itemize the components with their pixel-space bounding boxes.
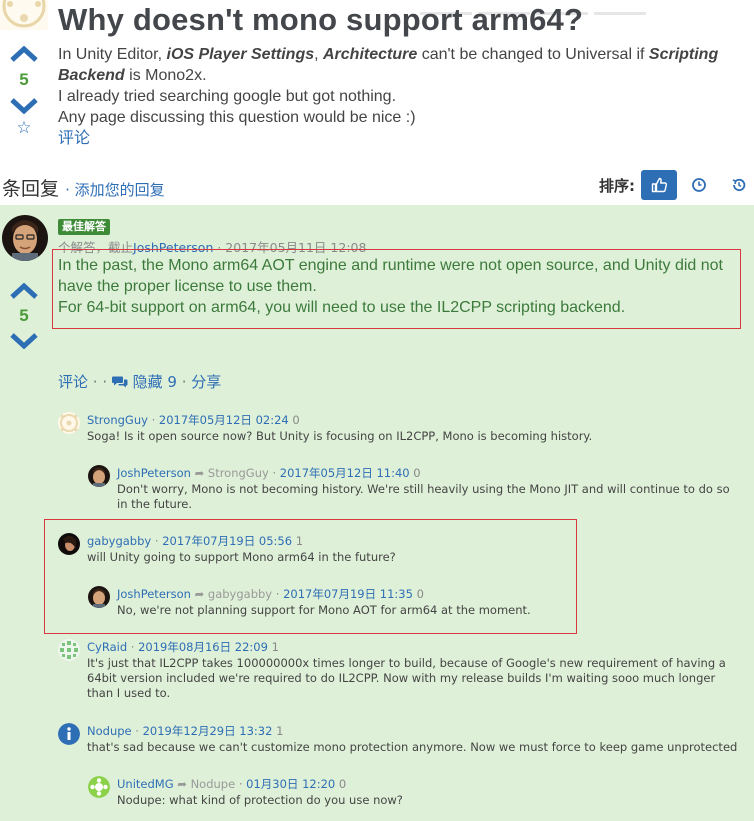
question-body-line-2: I already tried searching google but got…	[58, 88, 397, 105]
answers-header: 条回复 · 添加您的回复 排序:	[0, 170, 754, 204]
comment-item: CyRaid · 2019年08月16日 22:09 1 It's just t…	[58, 637, 748, 707]
chevron-up-icon[interactable]	[9, 281, 39, 301]
body-text: is Mono2x.	[124, 67, 207, 84]
avatar[interactable]	[88, 465, 110, 487]
comment-vote-count: 0	[413, 466, 421, 480]
avatar[interactable]	[58, 723, 80, 745]
separator: · ·	[88, 373, 112, 391]
answers-count-label: 条回复 · 添加您的回复	[2, 174, 165, 201]
question-body-line-1: In Unity Editor, iOS Player Settings, Ar…	[58, 44, 748, 86]
star-outline-icon[interactable]: ☆	[0, 119, 48, 137]
body-text: can't be changed to Universal if	[417, 46, 649, 63]
separator: ·	[176, 373, 192, 391]
comment-header: StrongGuy · 2017年05月12日 02:24 0	[87, 413, 300, 428]
separator: ·	[130, 640, 135, 654]
reply-arrow-icon: ➦	[177, 777, 187, 791]
comment-item: JoshPeterson ➦ StrongGuy · 2017年05月12日 1…	[88, 463, 748, 513]
separator: ·	[151, 413, 156, 427]
comment-item: StrongGuy · 2017年05月12日 02:24 0 Soga! Is…	[58, 410, 748, 450]
answer-comment-link[interactable]: 评论	[58, 373, 88, 391]
comment-date-link[interactable]: 2019年08月16日 22:09	[138, 640, 268, 654]
separator: ·	[135, 724, 139, 738]
comment-item: UnitedMG ➦ Nodupe · 01月30日 12:20 0 Nodup…	[88, 774, 748, 807]
comment-item: Nodupe · 2019年12月29日 13:32 1 that's sad …	[58, 721, 748, 754]
comment-reply-to: Nodupe	[190, 777, 236, 791]
sort-by-votes-button[interactable]	[641, 170, 677, 200]
comment-header: CyRaid · 2019年08月16日 22:09 1	[87, 640, 279, 655]
body-emphasis-ios-player-settings: iOS Player Settings	[166, 46, 315, 63]
chevron-up-icon[interactable]	[9, 44, 39, 64]
speech-bubbles-icon	[111, 376, 128, 388]
comment-text: It's just that IL2CPP takes 100000000x t…	[87, 656, 726, 700]
comment-text: Nodupe: what kind of protection do you u…	[117, 793, 403, 807]
body-text: In Unity Editor,	[58, 46, 167, 63]
question-body: In Unity Editor, iOS Player Settings, Ar…	[58, 44, 748, 149]
comment-header: UnitedMG ➦ Nodupe · 01月30日 12:20 0	[117, 777, 346, 792]
question-vote-column: 5 ☆	[0, 44, 48, 137]
question-body-line-3: Any page discussing this question would …	[58, 109, 416, 126]
question-comments-link[interactable]: 评论	[58, 128, 90, 149]
comment-text: Don't worry, Mono is not becoming histor…	[117, 482, 730, 511]
answer-actions: 评论 · · 隐藏 9 · 分享	[58, 371, 221, 392]
comment-author-link[interactable]: UnitedMG	[117, 777, 174, 791]
comment-vote-count: 0	[338, 777, 347, 791]
avatar[interactable]	[88, 776, 110, 798]
comment-author-link[interactable]: CyRaid	[87, 640, 127, 654]
avatar[interactable]	[58, 412, 80, 434]
question-vote-count: 5	[19, 70, 29, 89]
comment-date-link[interactable]: 01月30日 12:20	[246, 777, 335, 791]
avatar[interactable]	[2, 215, 48, 261]
reply-arrow-icon: ➦	[194, 466, 205, 480]
sort-by-newest-button[interactable]	[681, 170, 717, 200]
best-answer-badge: 最佳解答	[58, 219, 110, 235]
answer-vote-count: 5	[19, 306, 29, 325]
answer-vote-column: 5	[0, 281, 48, 351]
chevron-down-icon[interactable]	[9, 331, 39, 351]
comment-author-link[interactable]: StrongGuy	[87, 413, 148, 427]
accepted-answer: 最佳解答 个解答，截止JoshPeterson · 2017年05月11日 12…	[0, 205, 754, 821]
separator: ·	[272, 466, 277, 480]
comment-reply-to: StrongGuy	[207, 466, 269, 480]
answers-count-text: 条回复	[2, 178, 60, 200]
add-answer-link[interactable]: · 添加您的回复	[65, 181, 165, 199]
highlight-box-answer	[52, 249, 741, 329]
comment-date-link[interactable]: 2017年05月12日 02:24	[159, 413, 289, 427]
comment-vote-count: 1	[271, 640, 279, 654]
comment-vote-count: 0	[292, 413, 300, 427]
sort-label: 排序:	[599, 177, 635, 195]
comment-author-link[interactable]: JoshPeterson	[117, 466, 191, 480]
clock-icon	[692, 178, 706, 192]
comment-date-link[interactable]: 2017年05月12日 11:40	[280, 466, 410, 480]
history-icon	[732, 178, 746, 192]
comment-header: JoshPeterson ➦ StrongGuy · 2017年05月12日 1…	[117, 466, 421, 481]
chevron-down-icon[interactable]	[9, 96, 39, 116]
comment-text: Soga! Is it open source now? But Unity i…	[87, 429, 593, 443]
body-text: ,	[314, 46, 323, 63]
hide-comments-link[interactable]: 隐藏 9	[133, 373, 177, 391]
body-emphasis-architecture: Architecture	[323, 46, 418, 63]
question-title: Why doesn't mono support arm64?	[58, 2, 584, 37]
thumbs-up-icon	[651, 177, 667, 193]
comment-author-link[interactable]: Nodupe	[87, 724, 132, 738]
separator: ·	[238, 777, 243, 791]
share-link[interactable]: 分享	[191, 373, 221, 391]
comment-text: that's sad because we can't customize mo…	[87, 740, 738, 754]
sort-by-activity-button[interactable]	[721, 170, 754, 200]
highlight-box-comments	[44, 519, 577, 634]
comment-vote-count: 1	[276, 724, 284, 738]
comment-header: Nodupe · 2019年12月29日 13:32 1	[87, 724, 283, 739]
avatar[interactable]	[58, 639, 80, 661]
comment-date-link[interactable]: 2019年12月29日 13:32	[143, 724, 273, 738]
question-author-avatar[interactable]	[0, 0, 48, 30]
